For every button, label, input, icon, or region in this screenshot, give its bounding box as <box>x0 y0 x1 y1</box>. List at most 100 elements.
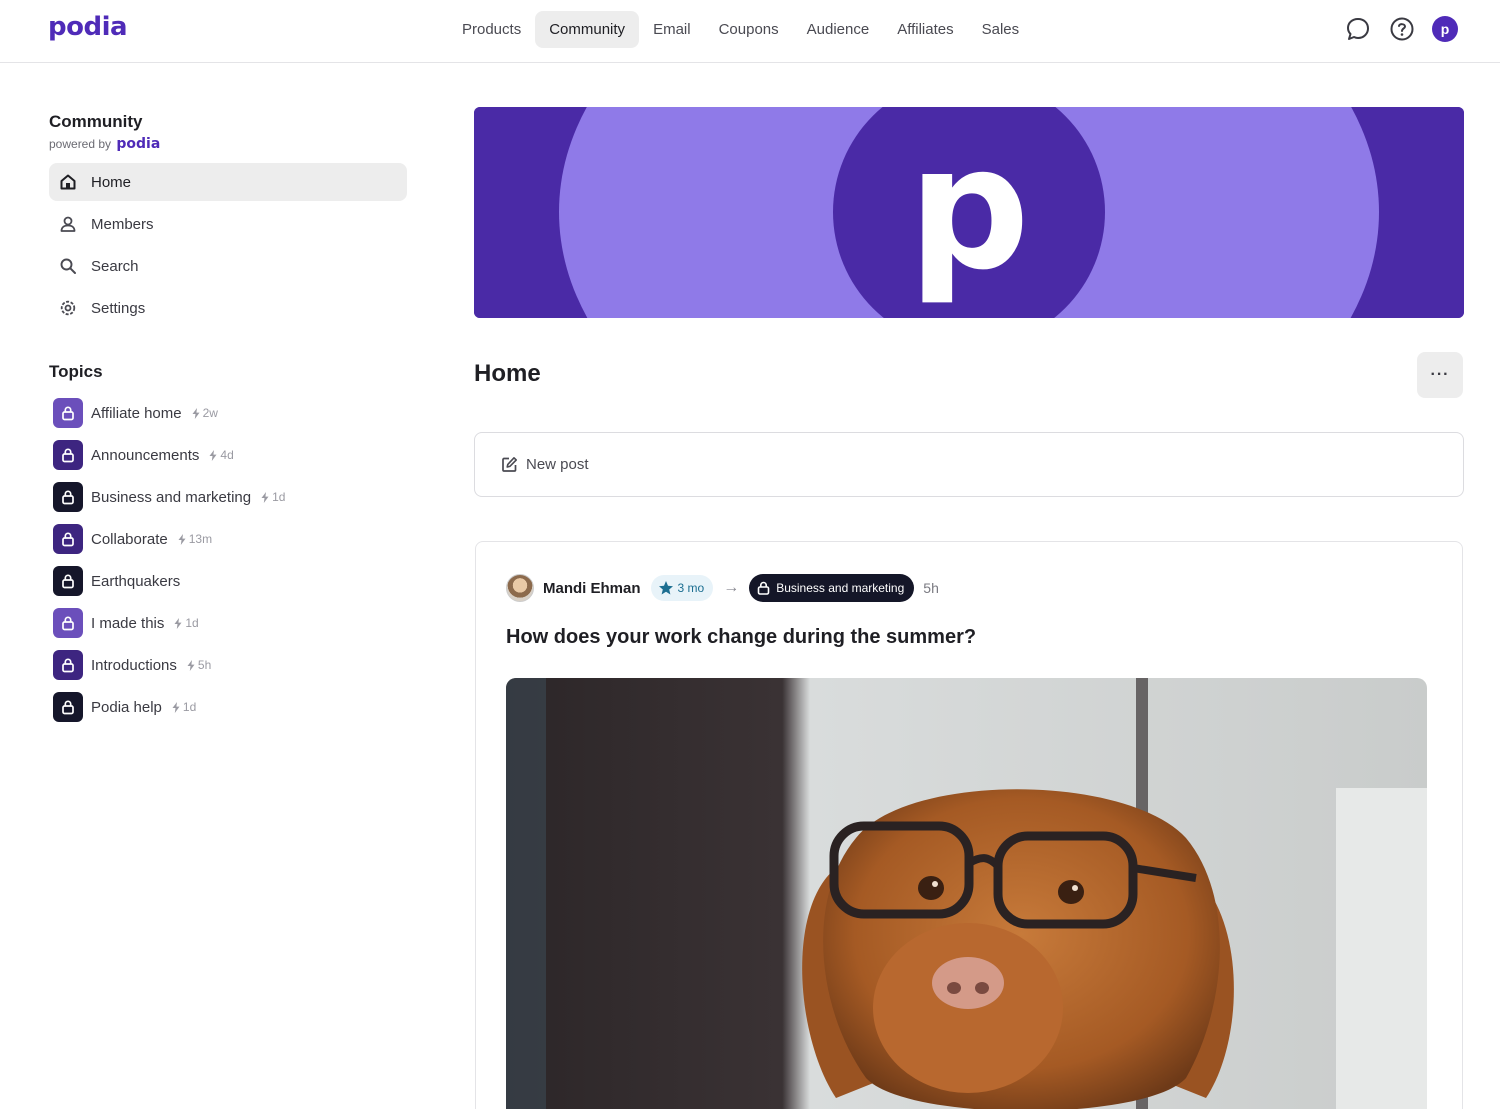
lock-icon <box>62 448 74 463</box>
topic-lock-badge <box>53 608 83 638</box>
new-post-box[interactable]: New post <box>474 432 1464 497</box>
account-avatar[interactable]: p <box>1432 16 1458 42</box>
banner-art: p <box>474 107 1464 318</box>
powered-by: powered by podia <box>49 136 160 152</box>
sidebar-menu: Home Members Search Settings <box>49 163 407 331</box>
topic-activity-time: 4d <box>220 448 234 462</box>
topic-label: Introductions <box>91 656 177 674</box>
page-title: Home <box>474 360 541 387</box>
sidebar-item-settings[interactable]: Settings <box>49 289 407 327</box>
topic-activity: 5h <box>187 658 211 672</box>
topic-lock-badge <box>53 566 83 596</box>
topic-activity-time: 1d <box>182 700 197 714</box>
lock-icon <box>62 700 74 715</box>
post-topic-label: Business and marketing <box>776 581 905 595</box>
post-time: 5h <box>923 580 939 596</box>
lightning-icon <box>174 617 182 629</box>
new-post-label: New post <box>526 456 589 473</box>
topic-item[interactable]: Collaborate 13m <box>53 524 413 554</box>
topic-item[interactable]: Earthquakers <box>53 566 413 596</box>
topic-activity: 2w <box>192 406 218 420</box>
topic-lock-badge <box>53 482 83 512</box>
search-icon <box>57 255 79 277</box>
lightning-icon <box>192 407 200 419</box>
topics-heading: Topics <box>49 362 103 381</box>
edit-icon <box>501 456 518 473</box>
post-header: Mandi Ehman 3 mo → Business and marketin… <box>506 572 939 604</box>
topic-activity-time: 1d <box>272 490 286 504</box>
lightning-icon <box>261 491 269 503</box>
arrow-right-icon: → <box>723 579 740 596</box>
topic-label: Affiliate home <box>91 404 182 422</box>
topic-label: Announcements <box>91 446 200 464</box>
topic-activity: 13m <box>178 532 212 546</box>
topic-lock-badge <box>53 440 83 470</box>
nav-coupons[interactable]: Coupons <box>705 11 793 48</box>
topic-activity: 4d <box>209 448 234 462</box>
sidebar-title: Community <box>49 112 143 131</box>
main-nav: Products Community Email Coupons Audienc… <box>448 11 1033 48</box>
gear-icon <box>57 297 79 319</box>
nav-products[interactable]: Products <box>448 11 535 48</box>
topic-lock-badge <box>53 692 83 722</box>
sidebar-item-home[interactable]: Home <box>49 163 407 201</box>
nav-audience[interactable]: Audience <box>793 11 884 48</box>
dog-with-glasses-photo <box>506 678 1427 1109</box>
topics-list: Affiliate home 2w Announcements 4d Business … <box>53 398 413 734</box>
person-icon <box>57 213 79 235</box>
podia-logo[interactable]: podia <box>48 12 128 42</box>
topic-lock-badge <box>53 398 83 428</box>
lock-icon <box>62 532 74 547</box>
sidebar-item-label: Search <box>91 257 139 275</box>
topic-lock-badge <box>53 650 83 680</box>
topic-label: Business and marketing <box>91 488 252 506</box>
topic-activity-time: 5h <box>197 658 212 672</box>
nav-sales[interactable]: Sales <box>968 11 1034 48</box>
star-icon <box>658 581 673 595</box>
topic-item[interactable]: Podia help 1d <box>53 692 413 722</box>
powered-by-brand: podia <box>116 136 161 152</box>
author-avatar[interactable] <box>506 574 534 602</box>
sidebar-item-label: Members <box>91 215 154 233</box>
topic-item[interactable]: Affiliate home 2w <box>53 398 413 428</box>
topic-item[interactable]: Announcements 4d <box>53 440 413 470</box>
lightning-icon <box>209 449 217 461</box>
sidebar-item-members[interactable]: Members <box>49 205 407 243</box>
home-icon <box>57 171 79 193</box>
topic-item[interactable]: I made this 1d <box>53 608 413 638</box>
powered-by-text: powered by <box>49 137 112 151</box>
nav-community[interactable]: Community <box>535 11 640 48</box>
more-options-button[interactable]: ··· <box>1417 352 1463 398</box>
topic-activity-time: 13m <box>188 532 213 546</box>
topic-activity: 1d <box>174 616 199 630</box>
nav-email[interactable]: Email <box>639 11 705 48</box>
topic-label: Earthquakers <box>91 572 181 590</box>
nav-affiliates[interactable]: Affiliates <box>883 11 967 48</box>
banner-letter: p <box>908 110 1030 308</box>
topic-item[interactable]: Introductions 5h <box>53 650 413 680</box>
lock-icon <box>62 658 74 673</box>
member-tenure-badge: 3 mo <box>650 575 714 601</box>
help-icon[interactable] <box>1388 15 1416 43</box>
topic-label: Collaborate <box>91 530 168 548</box>
topic-activity-time: 1d <box>185 616 199 630</box>
topic-activity: 1d <box>261 490 285 504</box>
topic-activity-time: 2w <box>202 406 218 420</box>
sidebar-item-label: Home <box>91 173 132 191</box>
lock-icon <box>62 574 74 589</box>
chat-icon[interactable] <box>1344 15 1372 43</box>
post-title[interactable]: How does your work change during the sum… <box>506 626 976 649</box>
lightning-icon <box>172 701 180 713</box>
topic-lock-badge <box>53 524 83 554</box>
post-author[interactable]: Mandi Ehman <box>543 580 641 597</box>
community-banner: p <box>474 107 1464 318</box>
lock-icon <box>62 406 74 421</box>
post-image[interactable] <box>506 678 1427 1109</box>
lock-icon <box>62 616 74 631</box>
topic-item[interactable]: Business and marketing 1d <box>53 482 413 512</box>
post-card[interactable]: Mandi Ehman 3 mo → Business and marketin… <box>475 541 1463 1109</box>
sidebar-item-search[interactable]: Search <box>49 247 407 285</box>
lock-icon <box>62 490 74 505</box>
header-actions: p <box>1344 15 1458 43</box>
post-topic-pill[interactable]: Business and marketing <box>749 574 915 602</box>
